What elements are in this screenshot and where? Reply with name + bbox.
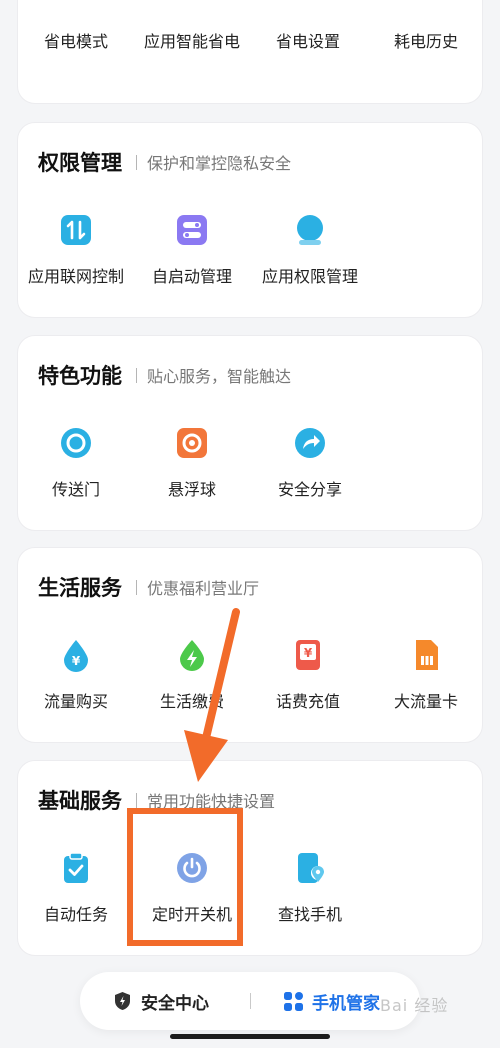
life-subtitle: 优惠福利营业厅 xyxy=(147,579,260,598)
grid-icon xyxy=(284,991,303,1011)
header-separator xyxy=(136,154,137,170)
utility-payment-icon xyxy=(180,640,204,671)
permission-header: 权限管理 保护和掌控隐私安全 xyxy=(38,147,291,177)
find-phone-icon xyxy=(298,853,325,883)
nav-divider xyxy=(250,993,251,1009)
annotation-highlight-box xyxy=(127,808,243,946)
life-header: 生活服务 优惠福利营业厅 xyxy=(38,572,259,602)
autostart-icon xyxy=(177,215,207,245)
permission-subtitle: 保护和掌控隐私安全 xyxy=(147,154,292,173)
header-separator xyxy=(136,792,137,808)
power-usage-history[interactable]: 耗电历史 xyxy=(368,28,484,52)
life-title: 生活服务 xyxy=(38,576,122,600)
find-phone-item[interactable]: 查找手机 xyxy=(252,851,368,925)
portal-item[interactable]: 传送门 xyxy=(18,426,134,500)
features-header: 特色功能 贴心服务，智能触达 xyxy=(38,360,291,390)
smart-app-power-saving[interactable]: 应用智能省电 xyxy=(134,28,250,52)
auto-task-item[interactable]: 自动任务 xyxy=(18,851,134,925)
features-card: 特色功能 贴心服务，智能触达 传送门 悬浮球 安全分享 xyxy=(17,335,483,531)
network-control-item[interactable]: 应用联网控制 xyxy=(18,213,134,287)
item-label: 安全分享 xyxy=(277,480,342,499)
item-label: 流量购买 xyxy=(43,692,108,711)
data-purchase-icon: ¥ xyxy=(64,640,88,672)
watermark: Bai 经验 xyxy=(380,996,449,1015)
svg-text:¥: ¥ xyxy=(304,646,313,660)
power-saving-mode[interactable]: 省电模式 xyxy=(18,28,134,52)
item-label: 大流量卡 xyxy=(393,692,458,711)
sim-card-item[interactable]: 大流量卡 xyxy=(368,638,484,712)
life-services-card: 生活服务 优惠福利营业厅 ¥ 流量购买 生活缴费 ¥ 话费充值 大流量卡 xyxy=(17,547,483,743)
item-label: 悬浮球 xyxy=(167,480,216,499)
auto-task-icon xyxy=(64,852,88,883)
features-subtitle: 贴心服务，智能触达 xyxy=(147,367,292,386)
item-label: 查找手机 xyxy=(277,905,342,924)
shield-icon xyxy=(115,992,130,1010)
item-label: 传送门 xyxy=(51,480,100,499)
security-center-label: 安全中心 xyxy=(141,993,209,1014)
network-toggle-icon xyxy=(61,215,91,245)
item-label: 生活缴费 xyxy=(159,692,224,711)
header-separator xyxy=(136,367,137,383)
utility-payment-item[interactable]: 生活缴费 xyxy=(134,638,250,712)
share-icon xyxy=(295,428,325,458)
item-label: 自动任务 xyxy=(43,905,108,924)
autostart-item[interactable]: 自启动管理 xyxy=(134,213,250,287)
floating-ball-item[interactable]: 悬浮球 xyxy=(134,426,250,500)
phone-manager-tab[interactable]: 手机管家 xyxy=(284,972,380,1030)
svg-text:¥: ¥ xyxy=(72,654,81,668)
phone-recharge-item[interactable]: ¥ 话费充值 xyxy=(250,638,366,712)
basic-services-card: 基础服务 常用功能快捷设置 自动任务 定时开关机 查找手机 xyxy=(17,760,483,956)
item-label: 话费充值 xyxy=(275,692,340,711)
secure-share-item[interactable]: 安全分享 xyxy=(252,426,368,500)
portal-icon xyxy=(61,428,91,458)
basic-title: 基础服务 xyxy=(38,789,122,813)
data-purchase-item[interactable]: ¥ 流量购买 xyxy=(18,638,134,712)
permission-icon xyxy=(297,215,323,245)
bottom-navigation: 安全中心 手机管家 xyxy=(80,972,420,1030)
item-label: 自启动管理 xyxy=(151,267,232,286)
app-permission-item[interactable]: 应用权限管理 xyxy=(252,213,368,287)
permission-card: 权限管理 保护和掌控隐私安全 应用联网控制 自启动管理 应用权限管理 xyxy=(17,122,483,318)
phone-manager-label: 手机管家 xyxy=(312,993,380,1014)
phone-recharge-icon: ¥ xyxy=(296,640,320,670)
header-separator xyxy=(136,579,137,595)
item-label: 应用权限管理 xyxy=(261,267,358,286)
item-label: 应用联网控制 xyxy=(27,267,124,286)
power-saving-card: 省电模式 应用智能省电 省电设置 耗电历史 xyxy=(17,0,483,104)
power-saving-settings[interactable]: 省电设置 xyxy=(250,28,366,52)
security-center-tab[interactable]: 安全中心 xyxy=(113,972,209,1030)
permission-title: 权限管理 xyxy=(38,151,122,175)
features-title: 特色功能 xyxy=(38,364,122,388)
floating-ball-icon xyxy=(177,428,207,458)
sim-card-icon xyxy=(416,640,438,670)
home-indicator[interactable] xyxy=(170,1034,330,1039)
